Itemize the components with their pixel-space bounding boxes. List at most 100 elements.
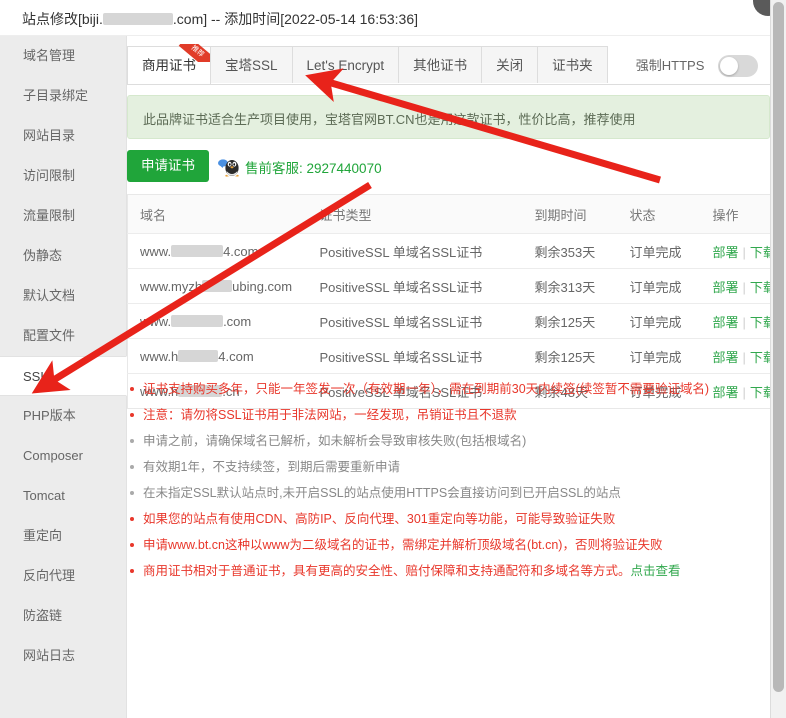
sidebar-item-11[interactable]: Composer [0,436,126,476]
presales-support-label: 售前客服: 2927440070 [245,161,382,176]
table-header-row: 域名 证书类型 到期时间 状态 操作 [127,194,771,234]
bullet-icon [130,465,134,469]
redacted-domain-title [102,13,173,26]
sidebar-item-12[interactable]: Tomcat [0,476,126,516]
column-header-5: 操作 [700,194,771,234]
notes-list: 证书支持购买多年，只能一年签发一次（有效期一年），需在到期前30天内续签(续签暂… [127,381,770,589]
force-https-toggle[interactable] [718,54,758,77]
cell-status: 订单完成 [617,303,701,339]
info-banner: 此品牌证书适合生产项目使用，宝塔官网BT.CN也是用这款证书，性价比高，推荐使用 [127,95,770,139]
sidebar-item-7[interactable]: 默认文档 [0,276,126,316]
action-row: 申请证书 售前客服: 2927440070 [127,150,770,184]
sidebar-item-4[interactable]: 访问限制 [0,156,126,196]
note-link[interactable]: 点击查看 [631,564,681,578]
sidebar-item-14[interactable]: 反向代理 [0,556,126,596]
download-link[interactable]: 下载 [750,315,771,330]
sidebar-item-10[interactable]: PHP版本 [0,396,126,436]
tab-label: 关闭 [496,58,524,73]
note-text: 申请之前，请确保域名已解析，如未解析会导致审核失败(包括根域名) [143,434,527,448]
redacted-domain-part [171,315,224,328]
dialog-title-suffix: .com] -- 添加时间[2022-05-14 16:53:36] [172,11,419,27]
vertical-scrollbar[interactable] [770,0,786,718]
note-item: 在未指定SSL默认站点时,未开启SSL的站点使用HTTPS会直接访问到已开启SS… [127,485,770,502]
cell-domain: www.myzh ubing.com [127,268,308,304]
cell-operations: 部署| 下载 [700,338,771,374]
cell-cert-type: PositiveSSL 单域名SSL证书 [307,233,523,269]
sidebar-item-13[interactable]: 重定向 [0,516,126,556]
tab-5[interactable]: 关闭 [481,46,539,83]
sidebar-item-15[interactable]: 防盗链 [0,596,126,636]
table-row: www.h 4.com PositiveSSL 单域名SSL证书 剩余125天 订单完成… [127,338,771,374]
deploy-link[interactable]: 部署 [713,315,739,330]
domain-suffix: 4.com [223,243,259,259]
redacted-domain-part [178,350,219,363]
column-header-1: 域名 [127,194,308,234]
sidebar-item-8[interactable]: 配置文件 [0,316,126,356]
cell-status: 订单完成 [617,233,701,269]
certificate-table-head: 域名 证书类型 到期时间 状态 操作 [127,194,771,234]
cell-status: 订单完成 [617,268,701,304]
operation-separator: | [742,279,746,295]
note-item: 商用证书相对于普通证书，具有更高的安全性、赔付保障和支持通配符和多域名等方式。点… [127,563,770,580]
sidebar-item-2[interactable]: 子目录绑定 [0,76,126,116]
deploy-link[interactable]: 部署 [713,350,739,365]
domain-prefix: www.h [140,348,179,364]
note-text: 注意：请勿将SSL证书用于非法网站，一经发现，吊销证书且不退款 [143,408,517,422]
tab-6[interactable]: 证书夹 [537,46,608,83]
dialog-titlebar: 站点修改[biji. .com] -- 添加时间[2022-05-14 16:53… [0,0,770,36]
tab-2[interactable]: 宝塔SSL [210,46,293,83]
tab-3[interactable]: Let's Encrypt [291,46,400,83]
download-link[interactable]: 下载 [750,350,771,365]
tab-label: 证书夹 [552,58,593,73]
note-item: 有效期1年，不支持续签，到期后需要重新申请 [127,459,770,476]
sidebar-item-1[interactable]: 域名管理 [0,36,126,76]
operation-separator: | [742,314,746,330]
redacted-domain-part [202,280,233,293]
cell-expire: 剩余313天 [522,268,618,304]
deploy-link[interactable]: 部署 [713,245,739,260]
note-item: 注意：请勿将SSL证书用于非法网站，一经发现，吊销证书且不退款 [127,407,770,424]
note-text: 商用证书相对于普通证书，具有更高的安全性、赔付保障和支持通配符和多域名等方式。 [143,564,631,578]
bullet-icon [130,569,134,573]
domain-prefix: www. [140,313,172,329]
toggle-knob [720,56,738,75]
tab-1[interactable]: 商用证书 推荐 [127,44,216,84]
note-text: 有效期1年，不支持续签，到期后需要重新申请 [143,460,400,474]
note-item: 如果您的站点有使用CDN、高防IP、反向代理、301重定向等功能，可能导致验证失… [127,511,770,528]
apply-certificate-button[interactable]: 申请证书 [127,150,209,182]
download-link[interactable]: 下载 [750,245,771,260]
tab-4[interactable]: 其他证书 [398,46,483,83]
download-link[interactable]: 下载 [750,280,771,295]
dialog-title-prefix: 站点修改[biji. [22,11,103,27]
deploy-link[interactable]: 部署 [713,280,739,295]
sidebar-item-16[interactable]: 网站日志 [0,636,126,676]
domain-suffix: .com [223,313,252,329]
sidebar-item-3[interactable]: 网站目录 [0,116,126,156]
bullet-icon [130,491,134,495]
scrollbar-thumb[interactable] [773,2,784,692]
note-text: 证书支持购买多年，只能一年签发一次（有效期一年），需在到期前30天内续签(续签暂… [143,382,709,396]
info-banner-text: 此品牌证书适合生产项目使用，宝塔官网BT.CN也是用这款证书，性价比高，推荐使用 [143,112,636,127]
note-item: 申请之前，请确保域名已解析，如未解析会导致审核失败(包括根域名) [127,433,770,450]
cell-domain: www.h 4.com [127,338,308,374]
tab-label: 宝塔SSL [225,58,278,73]
domain-prefix: www.myzh [140,278,203,294]
cell-cert-type: PositiveSSL 单域名SSL证书 [307,268,523,304]
presales-support-info[interactable]: 售前客服: 2927440070 [217,157,382,178]
column-header-4: 状态 [617,194,701,234]
sidebar-item-5[interactable]: 流量限制 [0,196,126,236]
domain-prefix: www. [140,243,172,259]
tab-label: Let's Encrypt [306,58,385,73]
sidebar-item-9[interactable]: SSL [0,356,127,396]
cell-cert-type: PositiveSSL 单域名SSL证书 [307,338,523,374]
cell-operations: 部署| 下载 [700,233,771,269]
domain-suffix: 4.com [218,348,254,364]
table-row: www. .com PositiveSSL 单域名SSL证书 剩余125天 订单完成 部署… [127,303,771,339]
redacted-domain-part [171,245,224,258]
force-https-label: 强制HTTPS [635,57,705,73]
dialog-body: 域名管理 子目录绑定 网站目录 访问限制 流量限制 伪静态 默认文档 配置文件 SSL PHP版本… [0,36,771,718]
tab-label: 商用证书 [142,58,196,73]
sidebar-item-6[interactable]: 伪静态 [0,236,126,276]
cell-expire: 剩余125天 [522,303,618,339]
tab-label: 其他证书 [413,58,468,73]
